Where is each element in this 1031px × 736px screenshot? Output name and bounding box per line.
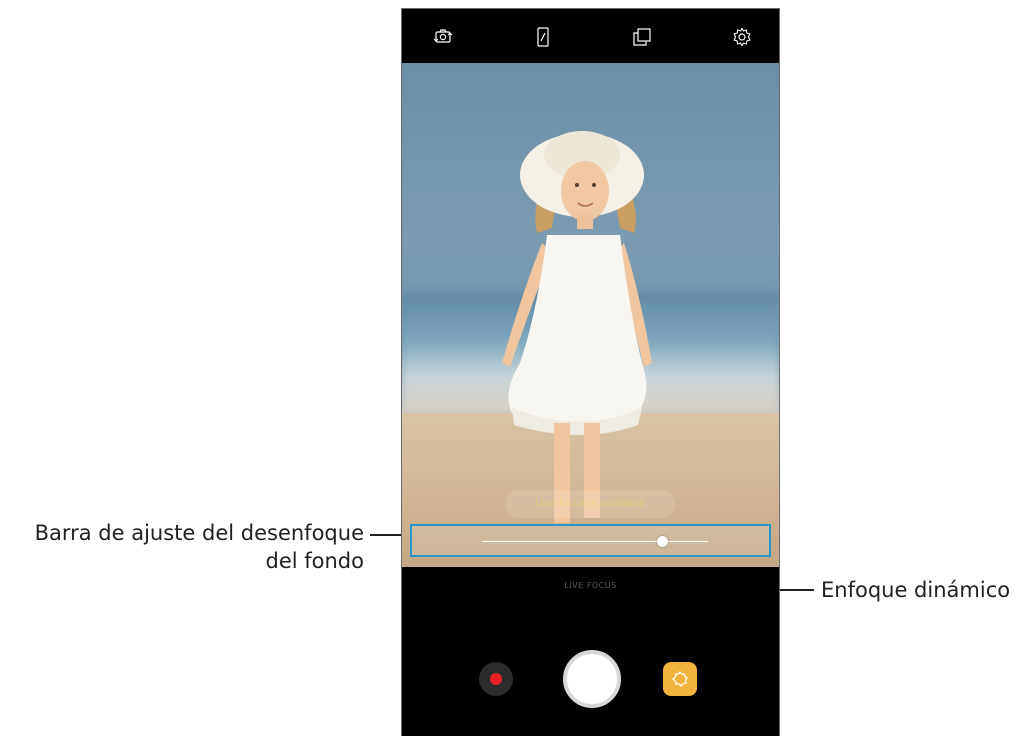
gallery-icon[interactable] — [631, 26, 653, 48]
blur-slider-track[interactable] — [482, 541, 708, 542]
callout-blur-bar-line2: del fondo — [265, 549, 365, 573]
camera-top-bar — [402, 9, 779, 63]
record-button[interactable] — [479, 662, 513, 696]
shutter-button[interactable] — [563, 650, 621, 708]
switch-camera-icon[interactable] — [432, 26, 454, 48]
focus-hint-toast: Live focus is available — [505, 490, 675, 518]
background-blur-slider[interactable] — [410, 524, 771, 557]
blur-slider-thumb[interactable] — [657, 536, 669, 547]
callout-live-focus: Enfoque dinámico — [821, 578, 1011, 602]
page: Barra de ajuste del desenfoque del fondo… — [0, 0, 1031, 736]
camera-viewfinder[interactable]: Live focus is available — [402, 63, 779, 567]
flower-effect-icon — [671, 670, 689, 688]
callout-blur-bar: Barra de ajuste del desenfoque del fondo — [4, 519, 364, 575]
phone-screen: Live focus is available LIVE FOCUS — [401, 8, 780, 736]
camera-mode-label[interactable]: LIVE FOCUS — [402, 581, 779, 590]
settings-icon[interactable] — [731, 26, 753, 48]
record-icon — [490, 673, 502, 685]
aspect-ratio-icon[interactable] — [532, 26, 554, 48]
callout-blur-bar-line1: Barra de ajuste del desenfoque — [34, 521, 364, 545]
effect-button[interactable] — [663, 662, 697, 696]
